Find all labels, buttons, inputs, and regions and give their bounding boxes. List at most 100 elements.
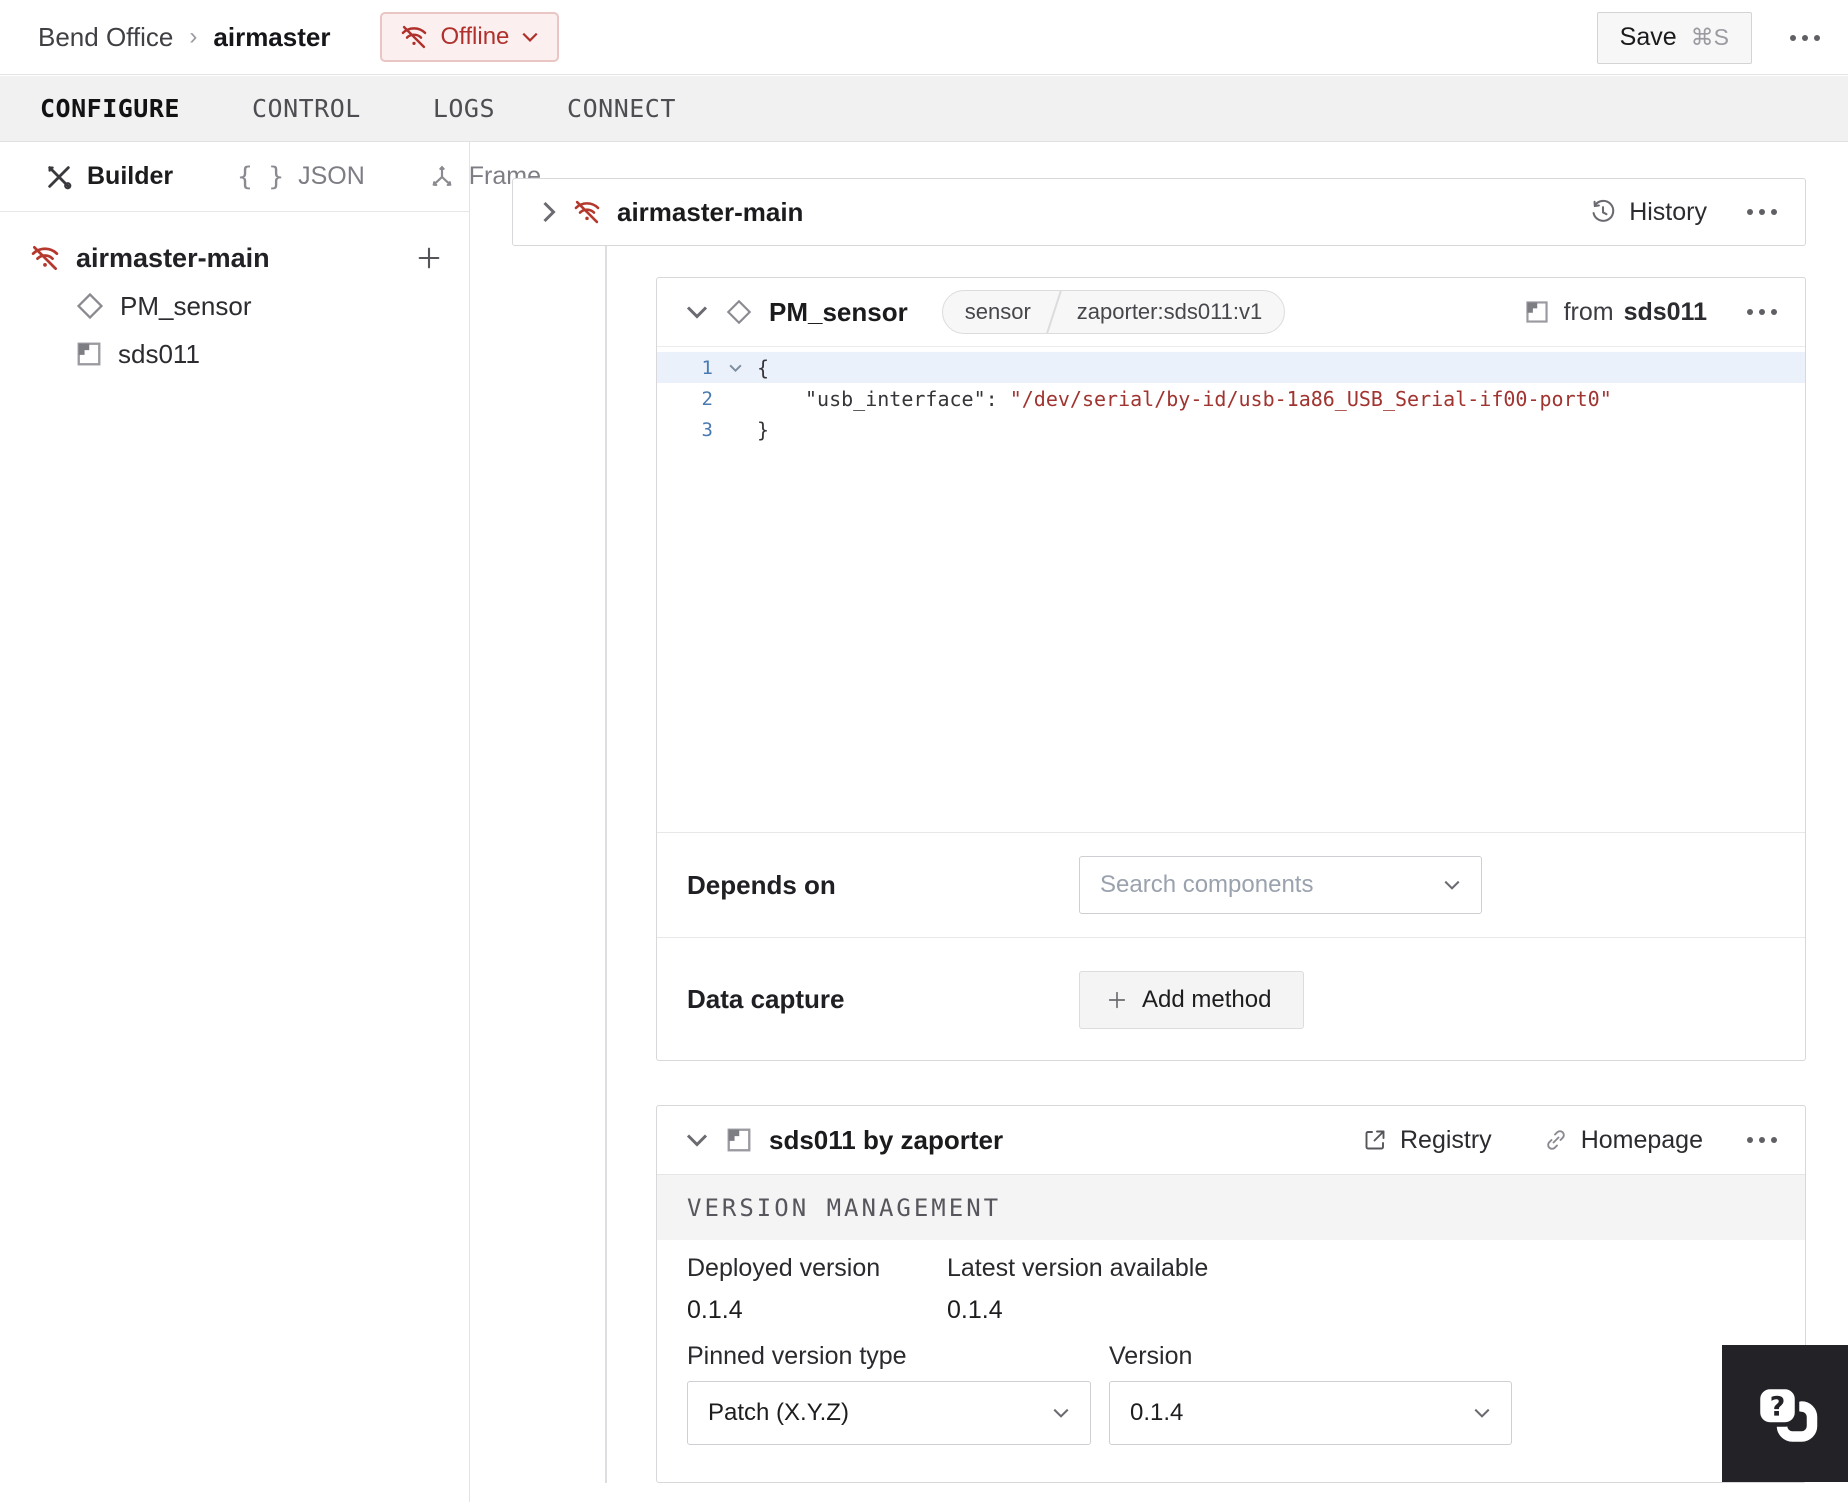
svg-text:?: ? bbox=[1770, 1391, 1786, 1422]
history-label: History bbox=[1629, 197, 1707, 226]
chevron-right-icon[interactable] bbox=[541, 200, 557, 224]
save-button[interactable]: Save ⌘S bbox=[1596, 11, 1752, 64]
homepage-label: Homepage bbox=[1580, 1125, 1703, 1154]
mode-json[interactable]: { } JSON bbox=[237, 162, 365, 192]
top-header: Bend Office › airmaster Offline Save ⌘S bbox=[0, 0, 1848, 75]
section-title: VERSION MANAGEMENT bbox=[687, 1193, 1002, 1222]
version-value: 0.1.4 bbox=[1130, 1399, 1184, 1426]
breadcrumb-separator-icon: › bbox=[189, 23, 198, 50]
depends-on-select[interactable]: Search components bbox=[1079, 856, 1482, 914]
chevron-down-icon bbox=[1443, 879, 1461, 891]
from-module-link[interactable]: from sds011 bbox=[1524, 298, 1707, 327]
latest-version-value: 0.1.4 bbox=[947, 1296, 1003, 1324]
depends-on-label: Depends on bbox=[687, 869, 836, 900]
main-tab-bar: CONFIGURE CONTROL LOGS CONNECT bbox=[0, 76, 1848, 142]
header-overflow-menu[interactable] bbox=[1790, 34, 1820, 41]
attributes-code-editor[interactable]: 1 { 2 "usb_interface": "/dev/serial/by-i… bbox=[657, 346, 1805, 832]
component-diamond-icon bbox=[75, 291, 105, 321]
code-line-3[interactable]: 3 } bbox=[657, 414, 1805, 445]
module-icon bbox=[725, 1126, 753, 1154]
code-json-key: "usb_interface": bbox=[805, 386, 998, 411]
data-capture-row: Data capture Add method bbox=[657, 937, 1805, 1061]
save-label: Save bbox=[1619, 23, 1677, 51]
help-question-icon: ? bbox=[1749, 1378, 1821, 1450]
code-text: { bbox=[757, 355, 770, 380]
machine-card: airmaster-main History bbox=[512, 178, 1806, 246]
module-icon bbox=[1524, 299, 1550, 325]
tree-item-label: airmaster-main bbox=[76, 242, 270, 273]
machine-card-menu[interactable] bbox=[1747, 209, 1777, 215]
from-module-name: sds011 bbox=[1623, 297, 1707, 326]
latest-version-label: Latest version available bbox=[947, 1254, 1209, 1282]
line-number: 3 bbox=[701, 418, 713, 441]
tree-item-label: sds011 bbox=[118, 338, 200, 369]
chevron-down-icon bbox=[521, 31, 539, 43]
line-number: 2 bbox=[701, 387, 713, 410]
depends-on-row: Depends on Search components bbox=[657, 832, 1805, 937]
deployed-version-value: 0.1.4 bbox=[687, 1296, 743, 1324]
registry-link[interactable]: Registry bbox=[1363, 1126, 1492, 1155]
mode-builder[interactable]: Builder bbox=[45, 162, 173, 191]
deployed-version-label: Deployed version bbox=[687, 1254, 881, 1282]
module-card-sds011: sds011 by zaporter Registry Homepage VER… bbox=[656, 1105, 1806, 1483]
tab-connect[interactable]: CONNECT bbox=[567, 94, 676, 123]
version-label: Version bbox=[1109, 1342, 1193, 1370]
tree-item-label: PM_sensor bbox=[120, 290, 252, 321]
status-label: Offline bbox=[440, 23, 510, 50]
tree-item-airmaster-main[interactable]: airmaster-main bbox=[0, 234, 469, 282]
chevron-down-icon[interactable] bbox=[685, 304, 709, 320]
version-management-section-header: VERSION MANAGEMENT bbox=[657, 1174, 1805, 1240]
help-button[interactable]: ? bbox=[1722, 1345, 1848, 1482]
plus-icon bbox=[1106, 989, 1128, 1011]
add-method-button[interactable]: Add method bbox=[1079, 970, 1304, 1029]
tree-item-sds011[interactable]: sds011 bbox=[0, 330, 469, 378]
add-component-button[interactable] bbox=[415, 244, 443, 279]
registry-label: Registry bbox=[1400, 1125, 1492, 1154]
pinned-version-type-label: Pinned version type bbox=[687, 1342, 907, 1370]
tab-logs[interactable]: LOGS bbox=[433, 94, 495, 123]
model-badge: zaporter:sds011:v1 bbox=[1076, 299, 1263, 324]
module-card-menu[interactable] bbox=[1747, 1137, 1777, 1143]
link-icon bbox=[1544, 1128, 1568, 1152]
tab-configure[interactable]: CONFIGURE bbox=[40, 94, 180, 123]
code-text: } bbox=[757, 417, 770, 442]
version-select[interactable]: 0.1.4 bbox=[1109, 1381, 1512, 1445]
code-line-2[interactable]: 2 "usb_interface": "/dev/serial/by-id/us… bbox=[657, 383, 1805, 414]
version-management-content: Deployed version Latest version availabl… bbox=[657, 1240, 1805, 1482]
history-button[interactable]: History bbox=[1590, 198, 1707, 227]
code-fold-icon[interactable] bbox=[713, 363, 757, 373]
component-card-menu[interactable] bbox=[1747, 309, 1777, 315]
chevron-down-icon[interactable] bbox=[685, 1132, 709, 1148]
pinned-version-type-select[interactable]: Patch (X.Y.Z) bbox=[687, 1381, 1091, 1445]
component-type-model-badge: sensor zaporter:sds011:v1 bbox=[941, 290, 1286, 334]
wifi-off-icon bbox=[573, 198, 601, 226]
tab-control[interactable]: CONTROL bbox=[252, 94, 361, 123]
machine-card-title: airmaster-main bbox=[617, 196, 804, 227]
nesting-guide-line bbox=[605, 246, 607, 1483]
from-prefix: from bbox=[1563, 297, 1614, 326]
chevron-down-icon bbox=[1473, 1407, 1491, 1419]
breadcrumb-org[interactable]: Bend Office bbox=[38, 22, 173, 53]
wifi-off-icon bbox=[400, 23, 428, 51]
external-link-icon bbox=[1363, 1128, 1387, 1152]
tools-icon bbox=[45, 163, 73, 191]
code-json-string-value: "/dev/serial/by-id/usb-1a86_USB_Serial-i… bbox=[1009, 386, 1612, 411]
code-line-1[interactable]: 1 { bbox=[657, 352, 1805, 383]
component-diamond-icon bbox=[725, 298, 753, 326]
homepage-link[interactable]: Homepage bbox=[1544, 1126, 1703, 1155]
machine-status-dropdown[interactable]: Offline bbox=[380, 12, 560, 62]
mode-builder-label: Builder bbox=[87, 162, 174, 190]
resource-tree: airmaster-main PM_sensor sds011 bbox=[0, 212, 469, 378]
module-card-title: sds011 by zaporter bbox=[769, 1124, 1004, 1155]
depends-on-placeholder: Search components bbox=[1100, 871, 1314, 898]
line-number: 1 bbox=[701, 356, 713, 379]
config-sidebar: Builder { } JSON Frame airmaster-main PM… bbox=[0, 142, 541, 1502]
chevron-down-icon bbox=[1052, 1407, 1070, 1419]
pinned-version-type-value: Patch (X.Y.Z) bbox=[708, 1399, 849, 1426]
tree-item-pm-sensor[interactable]: PM_sensor bbox=[0, 282, 469, 330]
wifi-off-icon bbox=[30, 243, 60, 273]
frame-axes-icon bbox=[429, 164, 455, 190]
type-badge: sensor bbox=[964, 299, 1031, 324]
breadcrumb-machine: airmaster bbox=[213, 21, 331, 52]
component-card-title: PM_sensor bbox=[769, 296, 908, 327]
